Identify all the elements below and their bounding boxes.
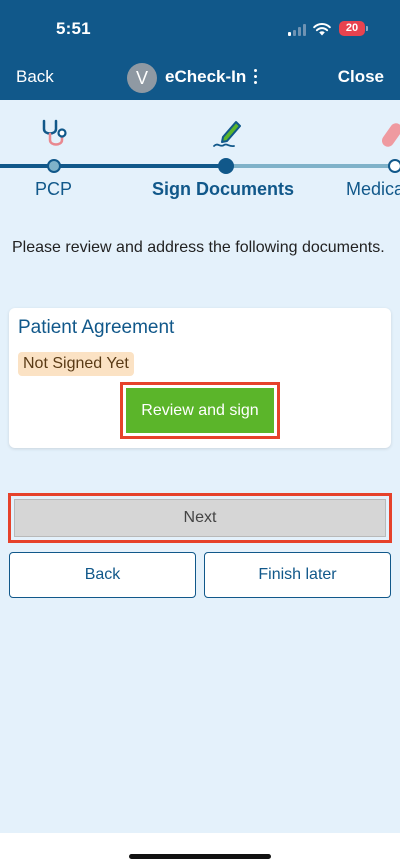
- step-label-pcp[interactable]: PCP: [35, 179, 72, 200]
- next-button-highlight: Next: [8, 493, 392, 543]
- close-button[interactable]: Close: [338, 67, 384, 87]
- home-indicator[interactable]: [129, 854, 271, 859]
- step-label-medications[interactable]: Medica: [346, 179, 400, 200]
- stepper-line-completed: [0, 164, 226, 168]
- stepper-line-remaining: [226, 164, 400, 168]
- avatar[interactable]: V: [127, 63, 157, 93]
- pen-signature-icon: [213, 121, 241, 148]
- step-label-sign-documents[interactable]: Sign Documents: [152, 179, 294, 200]
- wifi-icon: [313, 23, 331, 36]
- finish-later-button[interactable]: Finish later: [204, 552, 391, 598]
- step-dot-upcoming: [388, 159, 400, 173]
- status-time: 5:51: [56, 19, 91, 38]
- battery-cap: [366, 26, 368, 31]
- page-title: eCheck-In: [165, 67, 247, 86]
- home-indicator-area: [0, 833, 400, 867]
- step-dot-current: [218, 158, 234, 174]
- stethoscope-icon: [42, 119, 67, 146]
- cellular-signal-icon: [288, 24, 308, 36]
- instructions-text: Please review and address the following …: [12, 239, 385, 256]
- status-badge: Not Signed Yet: [18, 352, 134, 376]
- battery-indicator: 20: [339, 21, 365, 36]
- pill-icon: [382, 123, 400, 147]
- header-back-button[interactable]: Back: [16, 67, 54, 87]
- next-button[interactable]: Next: [14, 499, 386, 537]
- document-card: Patient Agreement Not Signed Yet Review …: [9, 308, 391, 448]
- app-header: 5:51 20 Back V eCheck-In Close: [0, 0, 400, 100]
- review-and-sign-button[interactable]: Review and sign: [126, 388, 274, 433]
- more-options-icon[interactable]: [249, 67, 261, 87]
- back-button[interactable]: Back: [9, 552, 196, 598]
- step-dot-completed: [47, 159, 61, 173]
- document-title: Patient Agreement: [18, 317, 175, 338]
